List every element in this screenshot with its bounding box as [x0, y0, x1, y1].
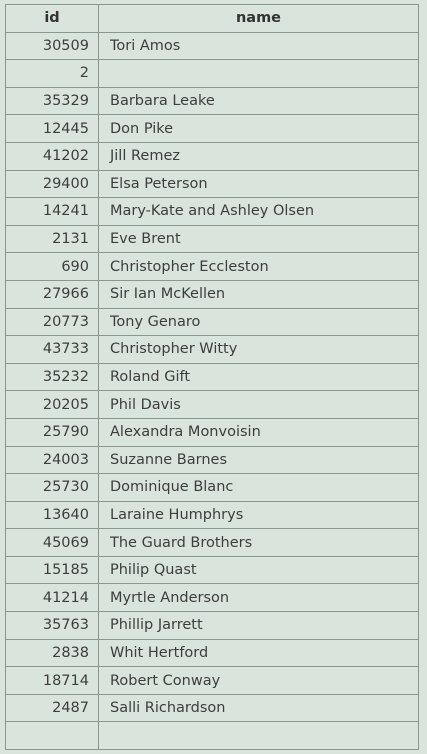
cell-id: 20773 — [5, 307, 99, 337]
table-row[interactable] — [5, 721, 419, 751]
cell-id: 12445 — [5, 114, 99, 143]
table-row[interactable]: 29400 Elsa Peterson — [5, 169, 419, 199]
cell-id: 20205 — [5, 390, 99, 419]
table-row[interactable]: 41214 Myrtle Anderson — [5, 583, 419, 613]
table-row[interactable]: 30509 Tori Amos — [5, 31, 419, 61]
cell-name: Tori Amos — [98, 31, 419, 61]
cell-name: Robert Conway — [98, 666, 419, 695]
cell-id: 41202 — [5, 141, 99, 171]
cell-id: 25730 — [5, 473, 99, 502]
cell-name: The Guard Brothers — [98, 528, 419, 557]
table-row[interactable]: 12445 Don Pike — [5, 114, 419, 143]
cell-name: Myrtle Anderson — [98, 583, 419, 613]
column-header-id[interactable]: id — [5, 4, 99, 33]
cell-id: 2131 — [5, 224, 99, 254]
cell-id: 35232 — [5, 362, 99, 392]
cell-name: Roland Gift — [98, 362, 419, 392]
table-row[interactable]: 45069 The Guard Brothers — [5, 528, 419, 557]
cell-id: 13640 — [5, 500, 99, 530]
table-row[interactable]: 690 Christopher Eccleston — [5, 252, 419, 281]
table-row[interactable]: 20205 Phil Davis — [5, 390, 419, 419]
cell-name: Alexandra Monvoisin — [98, 417, 419, 447]
results-table: id name 30509 Tori Amos 2 35329 Barbara Leak… — [5, 4, 419, 751]
cell-name: Elsa Peterson — [98, 169, 419, 199]
cell-id: 30509 — [5, 31, 99, 61]
table-row[interactable]: 18714 Robert Conway — [5, 666, 419, 695]
cell-name: Philip Quast — [98, 555, 419, 585]
cell-name: Salli Richardson — [98, 693, 419, 723]
cell-id — [5, 721, 99, 751]
table-header-row: id name — [5, 4, 419, 33]
cell-id: 41214 — [5, 583, 99, 613]
cell-id: 15185 — [5, 555, 99, 585]
cell-id: 29400 — [5, 169, 99, 199]
cell-name: Suzanne Barnes — [98, 445, 419, 475]
cell-id: 27966 — [5, 279, 99, 309]
table-row[interactable]: 25730 Dominique Blanc — [5, 473, 419, 502]
cell-id: 43733 — [5, 335, 99, 364]
cell-name: Laraine Humphrys — [98, 500, 419, 530]
column-header-name[interactable]: name — [98, 4, 419, 33]
cell-id: 18714 — [5, 666, 99, 695]
table-row[interactable]: 27966 Sir Ian McKellen — [5, 279, 419, 309]
table-row[interactable]: 2838 Whit Hertford — [5, 638, 419, 668]
table-row[interactable]: 35763 Phillip Jarrett — [5, 611, 419, 640]
cell-id: 35763 — [5, 611, 99, 640]
table-row[interactable]: 13640 Laraine Humphrys — [5, 500, 419, 530]
cell-name: Christopher Witty — [98, 335, 419, 364]
cell-name: Mary-Kate and Ashley Olsen — [98, 197, 419, 226]
table-row[interactable]: 43733 Christopher Witty — [5, 335, 419, 364]
cell-name: Christopher Eccleston — [98, 252, 419, 281]
cell-name: Whit Hertford — [98, 638, 419, 668]
cell-name: Phillip Jarrett — [98, 611, 419, 640]
cell-id: 2 — [5, 59, 99, 88]
cell-id: 14241 — [5, 197, 99, 226]
table-body: 30509 Tori Amos 2 35329 Barbara Leake 12445 Do… — [5, 31, 419, 751]
cell-name — [98, 59, 419, 88]
table-row[interactable]: 15185 Philip Quast — [5, 555, 419, 585]
table-row[interactable]: 2131 Eve Brent — [5, 224, 419, 254]
cell-name: Sir Ian McKellen — [98, 279, 419, 309]
table-row[interactable]: 41202 Jill Remez — [5, 141, 419, 171]
cell-id: 24003 — [5, 445, 99, 475]
cell-name: Jill Remez — [98, 141, 419, 171]
cell-id: 25790 — [5, 417, 99, 447]
cell-name: Barbara Leake — [98, 86, 419, 116]
table-row[interactable]: 25790 Alexandra Monvoisin — [5, 417, 419, 447]
cell-name: Eve Brent — [98, 224, 419, 254]
cell-name: Dominique Blanc — [98, 473, 419, 502]
cell-name: Tony Genaro — [98, 307, 419, 337]
cell-id: 2838 — [5, 638, 99, 668]
cell-name: Don Pike — [98, 114, 419, 143]
cell-id: 45069 — [5, 528, 99, 557]
cell-id: 2487 — [5, 693, 99, 723]
table-row[interactable]: 35232 Roland Gift — [5, 362, 419, 392]
table-row[interactable]: 35329 Barbara Leake — [5, 86, 419, 116]
table-row[interactable]: 24003 Suzanne Barnes — [5, 445, 419, 475]
cell-id: 35329 — [5, 86, 99, 116]
table-row[interactable]: 2 — [5, 59, 419, 88]
cell-name — [98, 721, 419, 751]
table-row[interactable]: 20773 Tony Genaro — [5, 307, 419, 337]
results-table-container: id name 30509 Tori Amos 2 35329 Barbara Leak… — [5, 4, 419, 751]
table-row[interactable]: 14241 Mary-Kate and Ashley Olsen — [5, 197, 419, 226]
cell-name: Phil Davis — [98, 390, 419, 419]
cell-id: 690 — [5, 252, 99, 281]
table-row[interactable]: 2487 Salli Richardson — [5, 693, 419, 723]
